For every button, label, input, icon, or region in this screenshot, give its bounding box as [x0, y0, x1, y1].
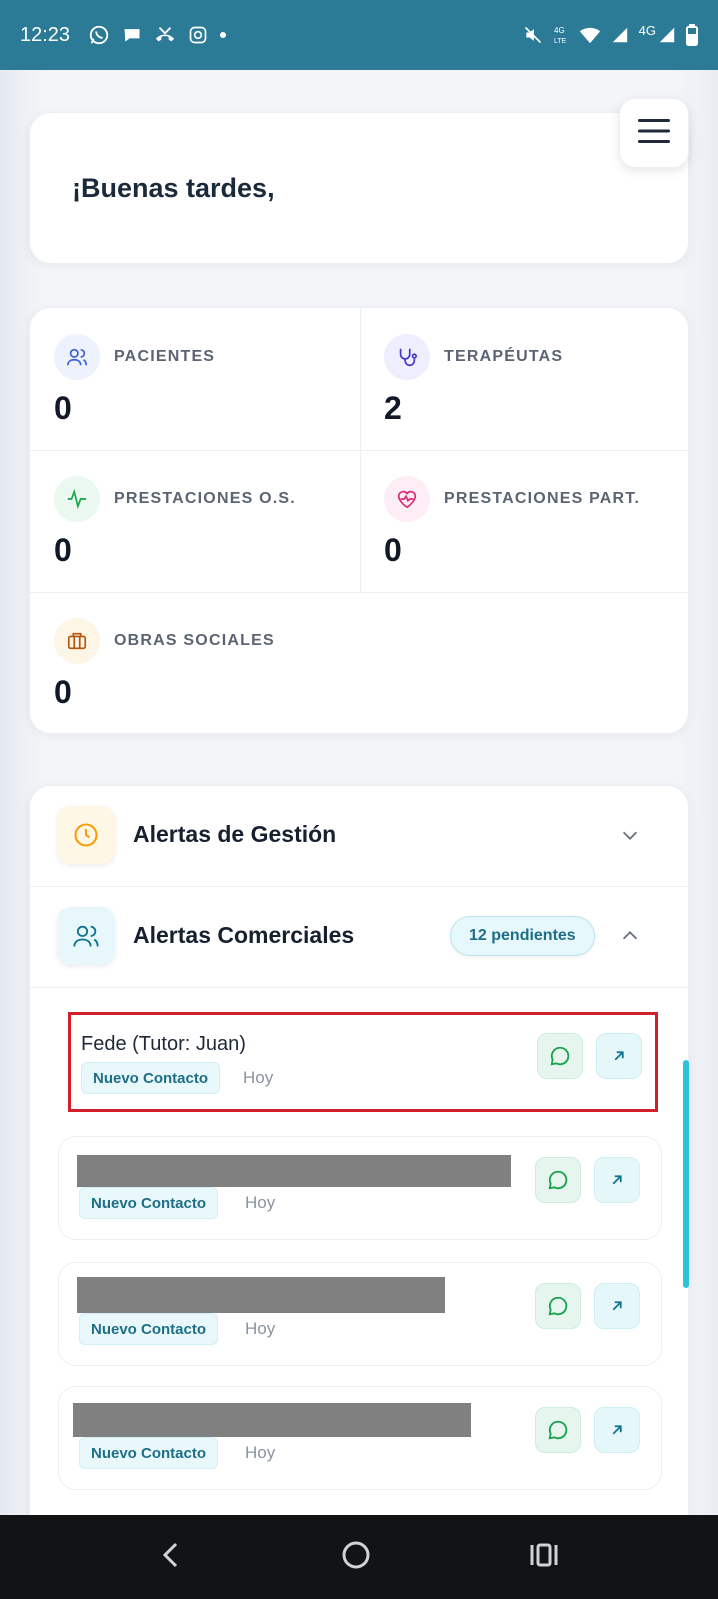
alertas-gestion-header[interactable]: Alertas de Gestión	[30, 786, 690, 886]
wifi-icon	[579, 25, 601, 45]
status-bar: 12:23 4G LTE 4G	[0, 0, 718, 70]
svg-text:4G: 4G	[554, 26, 565, 35]
battery-icon	[686, 24, 698, 46]
stat-value: 0	[54, 390, 72, 426]
open-button[interactable]	[594, 1157, 640, 1203]
stat-prestaciones-part[interactable]: PRESTACIONES PART. 0	[360, 450, 690, 594]
hamburger-icon	[637, 117, 671, 149]
chevron-down-icon[interactable]	[619, 824, 641, 850]
clock-icon	[57, 806, 115, 864]
lte-icon: 4G LTE	[553, 24, 569, 46]
chevron-up-icon[interactable]	[619, 925, 641, 951]
system-nav-bar	[0, 1515, 718, 1599]
message-button[interactable]	[535, 1157, 581, 1203]
greeting-card: ¡Buenas tardes,	[29, 112, 689, 264]
stethoscope-icon	[384, 334, 430, 380]
signal-2-icon	[658, 26, 676, 44]
open-button[interactable]	[594, 1283, 640, 1329]
alerts-divider	[30, 987, 690, 988]
open-button[interactable]	[594, 1407, 640, 1453]
contact-time: Hoy	[243, 1068, 274, 1087]
mute-icon	[523, 25, 543, 45]
users-icon	[54, 334, 100, 380]
list-scrollbar[interactable]	[683, 1060, 689, 1288]
redacted-name	[73, 1403, 471, 1437]
recents-icon[interactable]	[528, 1541, 560, 1573]
stat-value: 0	[54, 674, 72, 710]
app-content: ¡Buenas tardes, PACIENTES 0 TERAPÉUTAS 2	[0, 70, 718, 1515]
activity-icon	[54, 476, 100, 522]
stat-prestaciones-os[interactable]: PRESTACIONES O.S. 0	[30, 450, 360, 594]
redacted-name	[77, 1155, 511, 1187]
list-item[interactable]: Nuevo Contacto Hoy	[58, 1136, 662, 1240]
chat-bubble-icon	[122, 25, 142, 45]
briefcase-icon	[54, 618, 100, 664]
users-icon	[57, 907, 115, 965]
stat-label: PRESTACIONES O.S.	[114, 490, 296, 507]
pending-badge: 12 pendientes	[450, 916, 595, 956]
status-time: 12:23	[20, 23, 71, 46]
greeting-text: ¡Buenas tardes,	[72, 173, 275, 203]
open-button[interactable]	[596, 1033, 642, 1079]
home-icon[interactable]	[340, 1539, 372, 1575]
stat-obras-sociales[interactable]: OBRAS SOCIALES 0	[30, 592, 360, 736]
missed-call-icon	[154, 24, 176, 46]
alertas-gestion-title: Alertas de Gestión	[133, 821, 337, 847]
stat-value: 2	[384, 390, 402, 426]
stat-pacientes[interactable]: PACIENTES 0	[30, 308, 360, 452]
contact-time: Hoy	[245, 1319, 276, 1338]
signal-icon	[611, 26, 629, 44]
contact-tag: Nuevo Contacto	[81, 1062, 221, 1094]
message-button[interactable]	[535, 1283, 581, 1329]
contact-tag: Nuevo Contacto	[79, 1187, 219, 1219]
stat-label: PRESTACIONES PART.	[444, 490, 641, 507]
contact-time: Hoy	[245, 1193, 276, 1212]
contact-tag: Nuevo Contacto	[79, 1437, 219, 1469]
notification-dot-icon	[220, 32, 227, 38]
list-item[interactable]: Nuevo Contacto Hoy	[58, 1262, 662, 1366]
message-button[interactable]	[537, 1033, 583, 1079]
stat-label: PACIENTES	[114, 348, 216, 365]
stat-label: TERAPÉUTAS	[444, 348, 564, 365]
list-item[interactable]: Fede (Tutor: Juan) Nuevo Contacto Hoy	[68, 1012, 658, 1112]
alertas-comerciales-title: Alertas Comerciales	[133, 922, 355, 948]
message-button[interactable]	[535, 1407, 581, 1453]
svg-text:LTE: LTE	[554, 38, 567, 45]
back-icon[interactable]	[158, 1540, 184, 1574]
stat-value: 0	[54, 532, 72, 568]
whatsapp-icon	[88, 24, 110, 46]
alertas-comerciales-header[interactable]: Alertas Comerciales 12 pendientes	[30, 887, 690, 987]
list-item[interactable]: Nuevo Contacto Hoy	[58, 1386, 662, 1490]
instagram-icon	[188, 25, 208, 45]
contact-time: Hoy	[245, 1443, 276, 1462]
heart-pulse-icon	[384, 476, 430, 522]
stats-card: PACIENTES 0 TERAPÉUTAS 2 PRESTACIONES O.…	[29, 307, 690, 736]
stat-label: OBRAS SOCIALES	[114, 632, 275, 649]
contact-name: Fede (Tutor: Juan)	[81, 1033, 246, 1055]
stat-terapeutas[interactable]: TERAPÉUTAS 2	[360, 308, 690, 452]
redacted-name	[77, 1277, 445, 1313]
contact-tag: Nuevo Contacto	[79, 1313, 219, 1345]
network-type: 4G	[638, 22, 656, 38]
stat-value: 0	[384, 532, 402, 568]
menu-button[interactable]	[619, 98, 689, 168]
